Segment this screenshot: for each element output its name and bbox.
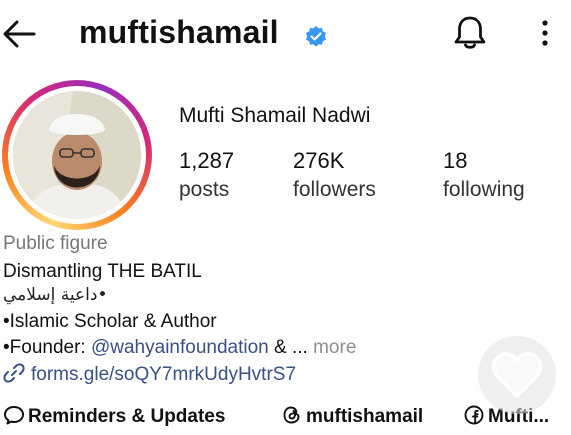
posts-label[interactable]: posts: [179, 178, 229, 202]
bell-icon[interactable]: [452, 14, 488, 52]
chip-threads-label: muftishamail: [306, 406, 424, 427]
back-arrow-icon[interactable]: [2, 18, 36, 50]
bio-external-link[interactable]: forms.gle/soQY7mrkUdyHvtrS7: [3, 363, 296, 386]
more-vertical-icon[interactable]: [537, 18, 553, 50]
verified-badge-icon: [304, 24, 328, 48]
bio-line-arabic: •داعية إسلامي: [3, 285, 108, 305]
bio-line: Dismantling THE BATIL: [3, 261, 202, 282]
following-label[interactable]: following: [443, 178, 525, 202]
bio-line: •Islamic Scholar & Author: [3, 311, 217, 332]
followers-count[interactable]: 276K: [293, 148, 344, 174]
top-bar: muftishamail: [0, 0, 571, 70]
bio-more-button[interactable]: more: [313, 337, 356, 358]
chip-threads[interactable]: muftishamail: [281, 405, 423, 428]
chat-bubble-icon: [4, 406, 24, 425]
followers-label[interactable]: followers: [293, 178, 376, 202]
bio-founder-line: •Founder: @wahyainfoundation & ... more: [3, 337, 356, 359]
avatar: [13, 91, 141, 219]
founder-mention-link[interactable]: @wahyainfoundation: [91, 337, 269, 358]
profile-full-name: Mufti Shamail Nadwi: [179, 104, 371, 127]
chip-reminders-label: Reminders & Updates: [28, 406, 226, 427]
profile-avatar-story-ring[interactable]: [2, 80, 152, 230]
profile-username: muftishamail: [79, 14, 279, 50]
following-count[interactable]: 18: [443, 148, 467, 174]
chip-reminders[interactable]: Reminders & Updates: [3, 405, 225, 428]
bio-founder-suffix: & ...: [268, 337, 308, 358]
profile-category: Public figure: [3, 233, 108, 254]
posts-count[interactable]: 1,287: [179, 148, 234, 174]
bio-founder-prefix: •Founder:: [3, 337, 91, 358]
threads-icon: [283, 406, 300, 424]
bio-link-text[interactable]: forms.gle/soQY7mrkUdyHvtrS7: [31, 364, 296, 385]
heart-watermark-icon: [478, 336, 556, 414]
link-icon: [3, 363, 25, 383]
